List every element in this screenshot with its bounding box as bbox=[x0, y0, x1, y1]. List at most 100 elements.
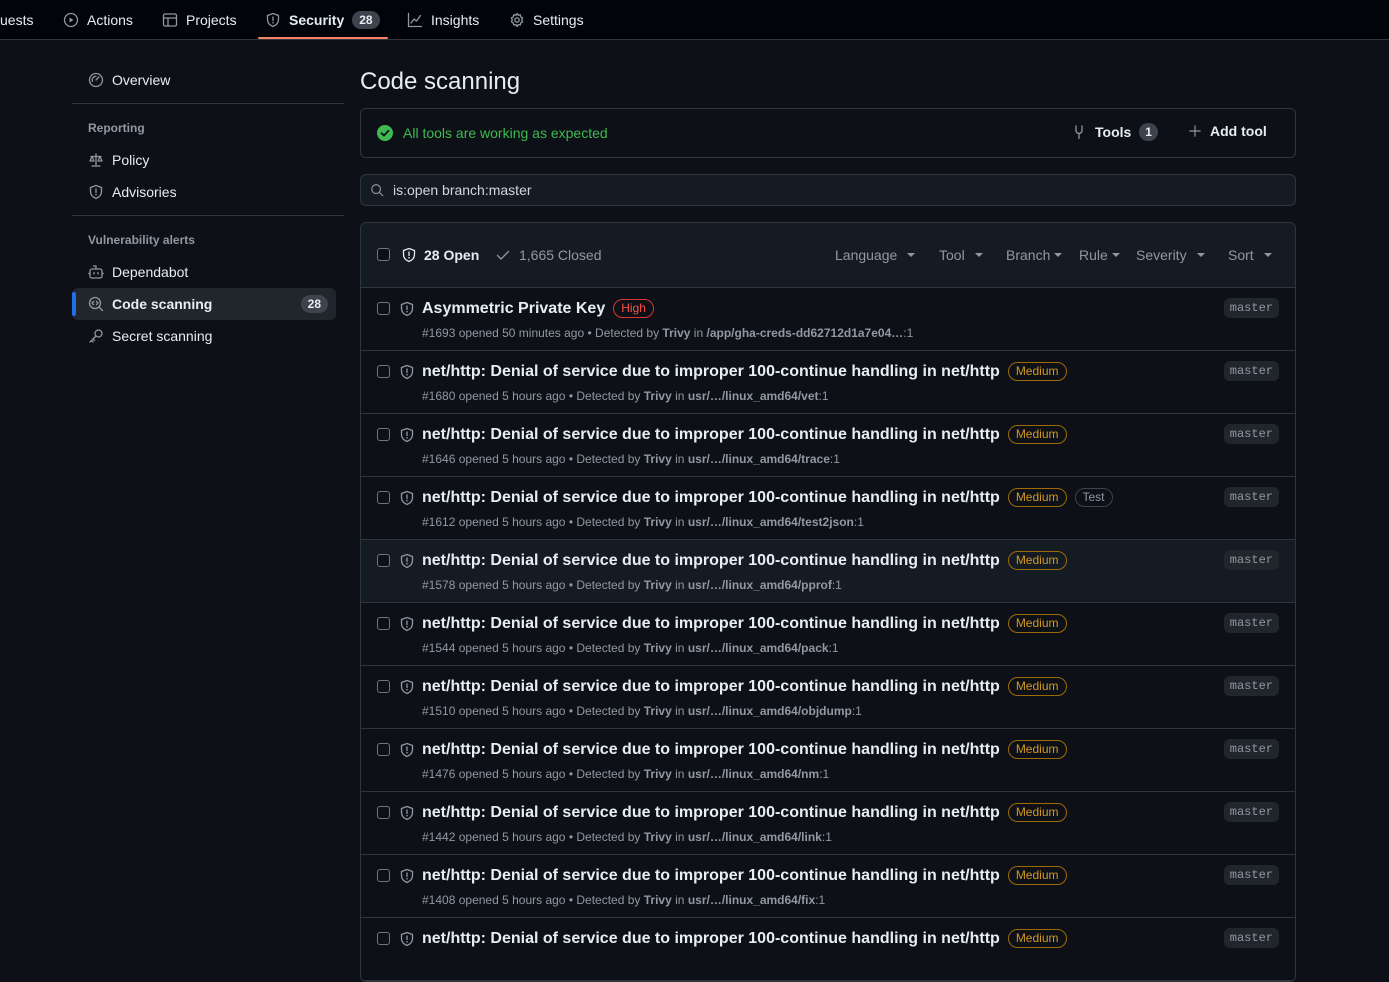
alert-row[interactable]: net/http: Denial of service due to impro… bbox=[361, 666, 1295, 729]
branch-label[interactable]: master bbox=[1223, 676, 1279, 696]
alert-checkbox[interactable] bbox=[377, 869, 390, 882]
severity-label: High bbox=[613, 299, 654, 318]
nav-actions[interactable]: Actions bbox=[63, 0, 133, 40]
alert-title-link[interactable]: net/http: Denial of service due to impro… bbox=[422, 741, 1000, 759]
alert-title-link[interactable]: net/http: Denial of service due to impro… bbox=[422, 489, 1000, 507]
alert-path[interactable]: usr/…/linux_amd64/nm bbox=[688, 767, 819, 781]
tools-status-text: All tools are working as expected bbox=[403, 125, 608, 141]
branch-label[interactable]: master bbox=[1223, 424, 1279, 444]
alert-path[interactable]: usr/…/linux_amd64/pack bbox=[688, 641, 829, 655]
branch-label[interactable]: master bbox=[1223, 613, 1279, 633]
branch-label[interactable]: master bbox=[1223, 361, 1279, 381]
sidebar-item-secret-scanning[interactable]: Secret scanning bbox=[72, 320, 336, 352]
filter-tool[interactable]: Tool bbox=[939, 247, 983, 263]
alert-path[interactable]: usr/…/linux_amd64/fix bbox=[688, 893, 815, 907]
alert-title-link[interactable]: net/http: Denial of service due to impro… bbox=[422, 363, 1000, 381]
alert-checkbox[interactable] bbox=[377, 680, 390, 693]
nav-security[interactable]: Security 28 bbox=[265, 0, 380, 40]
search-input[interactable] bbox=[393, 175, 1273, 205]
tools-status: All tools are working as expected bbox=[377, 125, 608, 141]
sidebar-item-overview[interactable]: Overview bbox=[72, 64, 336, 96]
branch-label[interactable]: master bbox=[1223, 487, 1279, 507]
alert-path[interactable]: usr/…/linux_amd64/pprof bbox=[688, 578, 832, 592]
alert-line: :1 bbox=[831, 578, 842, 592]
alert-row[interactable]: net/http: Denial of service due to impro… bbox=[361, 477, 1295, 540]
filter-label: Tool bbox=[939, 247, 965, 263]
alert-row[interactable]: net/http: Denial of service due to impro… bbox=[361, 918, 1295, 981]
alert-checkbox[interactable] bbox=[377, 365, 390, 378]
security-count-badge: 28 bbox=[352, 11, 380, 29]
select-all-checkbox[interactable] bbox=[377, 248, 390, 261]
alert-opened: opened 5 hours ago bbox=[458, 704, 566, 718]
alert-checkbox[interactable] bbox=[377, 743, 390, 756]
alert-row[interactable]: net/http: Denial of service due to impro… bbox=[361, 540, 1295, 603]
alert-row[interactable]: net/http: Denial of service due to impro… bbox=[361, 351, 1295, 414]
sidebar-item-dependabot[interactable]: Dependabot bbox=[72, 256, 336, 288]
sidebar-item-policy[interactable]: Policy bbox=[72, 144, 336, 176]
closed-filter[interactable]: 1,665 Closed bbox=[495, 247, 602, 263]
shield-icon bbox=[399, 490, 415, 506]
filter-language[interactable]: Language bbox=[835, 247, 916, 263]
sort-dropdown[interactable]: Sort bbox=[1228, 247, 1272, 263]
alert-row[interactable]: net/http: Denial of service due to impro… bbox=[361, 855, 1295, 918]
alert-path[interactable]: usr/…/linux_amd64/objdump bbox=[688, 704, 852, 718]
chevron-down-icon bbox=[907, 253, 916, 257]
alert-checkbox[interactable] bbox=[377, 932, 390, 945]
alert-checkbox[interactable] bbox=[377, 617, 390, 630]
alert-checkbox[interactable] bbox=[377, 491, 390, 504]
filter-severity[interactable]: Severity bbox=[1136, 247, 1205, 263]
alert-row[interactable]: Asymmetric Private Key High #1693 opened 5… bbox=[361, 288, 1295, 351]
open-filter[interactable]: 28 Open bbox=[401, 247, 479, 263]
alert-title-link[interactable]: net/http: Denial of service due to impro… bbox=[422, 867, 1000, 885]
add-tool-button[interactable]: Add tool bbox=[1188, 123, 1267, 139]
alert-title-link[interactable]: Asymmetric Private Key bbox=[422, 300, 605, 318]
alert-path[interactable]: usr/…/linux_amd64/link bbox=[688, 830, 822, 844]
alert-title-link[interactable]: net/http: Denial of service due to impro… bbox=[422, 552, 1000, 570]
filter-label: Severity bbox=[1136, 247, 1187, 263]
alert-title-link[interactable]: net/http: Denial of service due to impro… bbox=[422, 615, 1000, 633]
alert-title-link[interactable]: net/http: Denial of service due to impro… bbox=[422, 930, 1000, 948]
alert-checkbox[interactable] bbox=[377, 806, 390, 819]
branch-label[interactable]: master bbox=[1223, 550, 1279, 570]
filter-rule[interactable]: Rule bbox=[1079, 247, 1120, 263]
alert-path[interactable]: usr/…/linux_amd64/vet bbox=[688, 389, 819, 403]
shield-icon bbox=[402, 247, 416, 263]
alert-row[interactable]: net/http: Denial of service due to impro… bbox=[361, 792, 1295, 855]
alert-path[interactable]: /app/gha-creds-dd62712d1a7e04… bbox=[706, 326, 903, 340]
alert-title-link[interactable]: net/http: Denial of service due to impro… bbox=[422, 804, 1000, 822]
alert-tool: Trivy bbox=[662, 326, 691, 340]
nav-pull-requests[interactable]: uests bbox=[0, 0, 33, 40]
branch-label[interactable]: master bbox=[1223, 298, 1279, 318]
alert-checkbox[interactable] bbox=[377, 428, 390, 441]
chevron-down-icon bbox=[1054, 253, 1063, 257]
nav-insights[interactable]: Insights bbox=[407, 0, 479, 40]
alert-tool: Trivy bbox=[643, 389, 672, 403]
nav-settings[interactable]: Settings bbox=[509, 0, 584, 40]
branch-label[interactable]: master bbox=[1223, 802, 1279, 822]
alert-title-link[interactable]: net/http: Denial of service due to impro… bbox=[422, 678, 1000, 696]
repo-nav: uests Actions Projects Security 28 Insig… bbox=[0, 0, 1389, 40]
code-scanning-count-badge: 28 bbox=[300, 295, 328, 313]
test-label: Test bbox=[1074, 488, 1113, 507]
branch-label[interactable]: master bbox=[1223, 928, 1279, 948]
alert-line: :1 bbox=[853, 515, 864, 529]
alert-path[interactable]: usr/…/linux_amd64/test2json bbox=[688, 515, 854, 529]
sidebar-item-advisories[interactable]: Advisories bbox=[72, 176, 336, 208]
alert-row[interactable]: net/http: Denial of service due to impro… bbox=[361, 603, 1295, 666]
alert-title-link[interactable]: net/http: Denial of service due to impro… bbox=[422, 426, 1000, 444]
branch-label[interactable]: master bbox=[1223, 739, 1279, 759]
plus-icon bbox=[1189, 125, 1201, 137]
filter-branch[interactable]: Branch bbox=[1006, 247, 1063, 263]
alert-path[interactable]: usr/…/linux_amd64/trace bbox=[688, 452, 830, 466]
tools-button[interactable]: Tools 1 bbox=[1071, 123, 1158, 141]
branch-label[interactable]: master bbox=[1223, 865, 1279, 885]
alert-row[interactable]: net/http: Denial of service due to impro… bbox=[361, 729, 1295, 792]
alert-row[interactable]: net/http: Denial of service due to impro… bbox=[361, 414, 1295, 477]
alert-line: :1 bbox=[819, 767, 830, 781]
alert-checkbox[interactable] bbox=[377, 302, 390, 315]
sidebar-item-code-scanning[interactable]: Code scanning 28 bbox=[72, 288, 336, 320]
nav-projects[interactable]: Projects bbox=[162, 0, 237, 40]
alert-checkbox[interactable] bbox=[377, 554, 390, 567]
alert-opened: opened 5 hours ago bbox=[458, 452, 566, 466]
alert-opened: opened 50 minutes ago bbox=[458, 326, 585, 340]
